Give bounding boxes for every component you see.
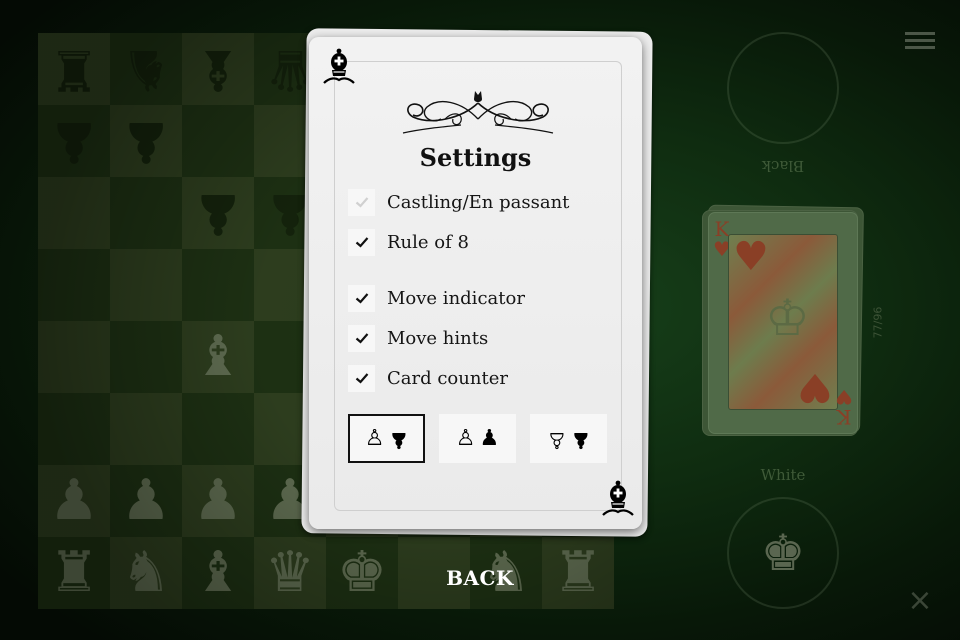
white-knight-icon[interactable]: ♞ <box>121 545 171 601</box>
checkmark-icon <box>355 373 368 384</box>
square-c2[interactable]: ♟ <box>182 465 254 537</box>
white-pawn-icon: ♙ <box>455 425 476 451</box>
square-a4[interactable] <box>38 321 110 393</box>
square-b2[interactable]: ♟ <box>110 465 182 537</box>
hamburger-menu-icon-line <box>905 45 935 49</box>
white-player-indicator: ♚ <box>727 497 839 609</box>
white-rook-icon[interactable]: ♜ <box>553 545 603 601</box>
checkbox[interactable] <box>348 228 375 256</box>
square-b5[interactable] <box>110 249 182 321</box>
checkmark-icon <box>355 333 368 344</box>
heart-suit-icon: ♥ <box>733 234 769 280</box>
white-pawn-icon: ♙ <box>546 426 567 452</box>
black-knight-icon[interactable]: ♞ <box>121 37 171 102</box>
option-card-counter[interactable]: Card counter <box>348 364 508 392</box>
card-corner-bottom-right: K ♥ <box>835 385 853 429</box>
square-c8[interactable]: ♝ <box>182 33 254 105</box>
square-a5[interactable] <box>38 249 110 321</box>
black-pawn-icon: ♟ <box>388 426 409 452</box>
card-counter: 77/96 <box>871 306 885 339</box>
square-c5[interactable] <box>182 249 254 321</box>
top-playing-card[interactable]: K ♥ ♥ ♔ ♥ K ♥ <box>708 212 858 434</box>
white-pawn-icon: ♙ <box>364 425 385 451</box>
checkbox[interactable] <box>348 284 375 312</box>
back-button[interactable]: BACK <box>430 566 530 596</box>
bishop-icon <box>602 480 634 516</box>
white-king-icon[interactable]: ♚ <box>337 545 387 601</box>
option-label: Card counter <box>387 367 508 389</box>
square-a8[interactable]: ♜ <box>38 33 110 105</box>
black-pawn-icon[interactable]: ♟ <box>193 181 243 246</box>
square-b4[interactable] <box>110 321 182 393</box>
white-pawn-icon[interactable]: ♟ <box>121 473 171 529</box>
heart-suit-icon: ♥ <box>797 364 833 410</box>
black-player-label: Black <box>761 157 805 175</box>
square-b8[interactable]: ♞ <box>110 33 182 105</box>
black-bishop-icon[interactable]: ♝ <box>193 37 243 102</box>
checkbox[interactable] <box>348 324 375 352</box>
square-b6[interactable] <box>110 177 182 249</box>
option-label: Move indicator <box>387 287 525 309</box>
square-c1[interactable]: ♝ <box>182 537 254 609</box>
king-court-artwork: ♥ ♔ ♥ <box>728 234 838 410</box>
white-pawn-icon[interactable]: ♟ <box>193 473 243 529</box>
option-label: Castling/En passant <box>387 191 570 213</box>
square-d1[interactable]: ♛ <box>254 537 326 609</box>
checkbox[interactable] <box>348 364 375 392</box>
square-a2[interactable]: ♟ <box>38 465 110 537</box>
option-move-indicator[interactable]: Move indicator <box>348 284 525 312</box>
white-bishop-icon[interactable]: ♝ <box>193 329 243 385</box>
orientation-option-both-upright[interactable]: ♙ ♟ <box>439 414 516 463</box>
checkmark-icon <box>355 293 368 304</box>
option-rule-of-8[interactable]: Rule of 8 <box>348 228 469 256</box>
square-b3[interactable] <box>110 393 182 465</box>
bishop-icon <box>323 48 355 84</box>
black-pawn-icon[interactable]: ♟ <box>49 109 99 174</box>
white-player-label: White <box>760 466 806 484</box>
black-player-indicator <box>727 32 839 144</box>
hamburger-menu-icon-line <box>905 38 935 42</box>
black-pawn-icon[interactable]: ♟ <box>121 109 171 174</box>
square-a7[interactable]: ♟ <box>38 105 110 177</box>
option-move-hints[interactable]: Move hints <box>348 324 488 352</box>
square-a3[interactable] <box>38 393 110 465</box>
black-pawn-icon: ♟ <box>570 426 591 452</box>
piece-orientation-selector: ♙ ♟ ♙ ♟ ♙ ♟ <box>348 414 607 463</box>
orientation-option-both-flipped[interactable]: ♙ ♟ <box>530 414 607 463</box>
king-portrait-icon: ♔ <box>765 289 810 347</box>
hamburger-menu-icon <box>905 31 935 35</box>
orientation-option-white-up-black-flipped[interactable]: ♙ ♟ <box>348 414 425 463</box>
settings-title: Settings <box>419 143 532 172</box>
option-castling-en-passant[interactable]: Castling/En passant <box>348 188 569 216</box>
black-rook-icon[interactable]: ♜ <box>49 37 99 102</box>
checkbox[interactable] <box>348 188 375 216</box>
square-c4[interactable]: ♝ <box>182 321 254 393</box>
square-b7[interactable]: ♟ <box>110 105 182 177</box>
checkmark-icon <box>355 197 368 208</box>
white-pawn-icon[interactable]: ♟ <box>49 473 99 529</box>
square-c3[interactable] <box>182 393 254 465</box>
heart-suit-icon: ♥ <box>835 385 853 409</box>
square-h1[interactable]: ♜ <box>542 537 614 609</box>
settings-dialog: Settings Castling/En passant Rule of 8 Mov… <box>309 37 642 529</box>
white-queen-icon[interactable]: ♛ <box>265 545 315 601</box>
white-rook-icon[interactable]: ♜ <box>49 545 99 601</box>
black-pawn-icon: ♟ <box>479 425 500 451</box>
king-icon: ♚ <box>760 524 806 582</box>
option-label: Move hints <box>387 327 489 349</box>
close-icon: × <box>907 582 933 618</box>
card-rank: K <box>836 405 852 429</box>
checkmark-icon <box>355 237 368 248</box>
menu-button[interactable] <box>900 20 940 60</box>
option-label: Rule of 8 <box>387 231 469 253</box>
square-c7[interactable] <box>182 105 254 177</box>
close-button[interactable]: × <box>900 580 940 620</box>
square-a6[interactable] <box>38 177 110 249</box>
ornament-flourish-icon <box>402 91 554 134</box>
square-e1[interactable]: ♚ <box>326 537 398 609</box>
square-b1[interactable]: ♞ <box>110 537 182 609</box>
square-a1[interactable]: ♜ <box>38 537 110 609</box>
square-c6[interactable]: ♟ <box>182 177 254 249</box>
white-bishop-icon[interactable]: ♝ <box>193 545 243 601</box>
